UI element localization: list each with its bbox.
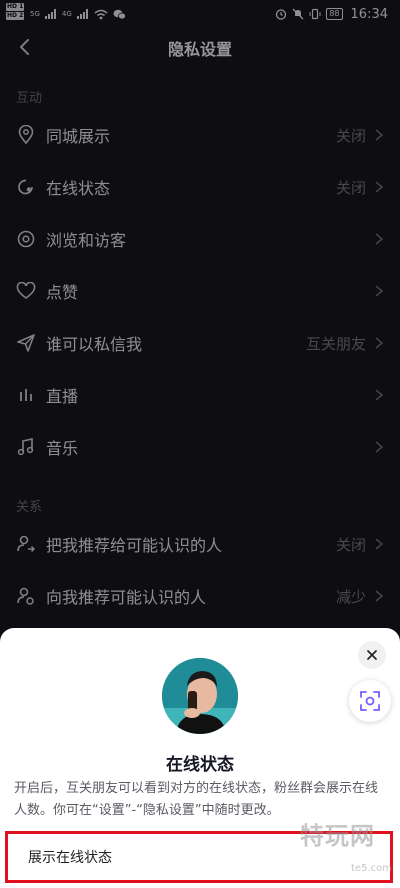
toggle-label: 展示在线状态 <box>28 850 112 866</box>
watermark-text: 特玩网 <box>300 822 375 850</box>
watermark-logo: 特玩网 te5.com <box>294 816 394 874</box>
avatar <box>162 658 238 734</box>
close-icon <box>367 650 377 660</box>
watermark-url: te5.com <box>351 863 392 874</box>
sheet-title: 在线状态 <box>166 755 234 775</box>
close-button[interactable] <box>358 641 386 669</box>
scan-icon <box>360 691 380 711</box>
floating-scan-button[interactable] <box>349 680 391 722</box>
